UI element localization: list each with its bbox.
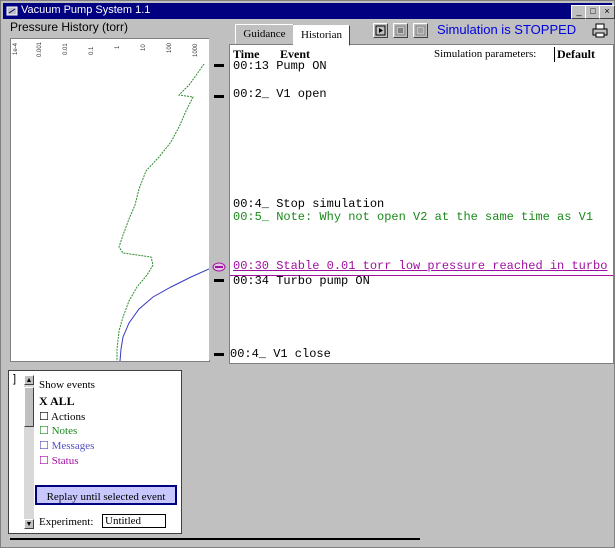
event-row[interactable]: 00:13 Pump ON xyxy=(233,59,327,73)
pause-button[interactable] xyxy=(393,23,408,38)
event-filter-panel: ] ▲ ▼ Show events X ALL ☐ Actions ☐ Note… xyxy=(8,370,182,534)
event-row[interactable]: 00:34 Turbo pump ON xyxy=(233,274,370,288)
tick-label: 1e-4 xyxy=(13,42,19,55)
title-bar: Vacuum Pump System 1.1 _ □ × xyxy=(3,3,615,19)
event-row[interactable]: 00:2_ V1 open xyxy=(233,87,327,101)
scroll-up-arrow-icon[interactable]: ▲ xyxy=(24,375,34,385)
tab-historian[interactable]: Historian xyxy=(293,25,350,46)
sim-params-label: Simulation parameters: xyxy=(434,48,537,60)
window-title: Vacuum Pump System 1.1 xyxy=(21,4,151,16)
tick-label: 0.01 xyxy=(63,43,69,55)
filter-status[interactable]: ☐ Status xyxy=(39,454,79,467)
stop-icon xyxy=(415,25,426,36)
filter-scrollbar[interactable]: ▲ ▼ xyxy=(24,375,34,529)
panel-bracket: ] xyxy=(13,373,17,385)
scroll-down-arrow-icon[interactable]: ▼ xyxy=(24,519,34,529)
app-icon xyxy=(6,6,18,16)
tick-label: 1 xyxy=(115,45,121,49)
pressure-plot: 1e-4 0.001 0.01 0.1 1 10 100 1000 xyxy=(13,41,210,362)
printer-icon[interactable] xyxy=(592,22,608,38)
play-icon xyxy=(375,25,386,36)
event-marker[interactable] xyxy=(214,95,224,98)
scroll-thumb[interactable] xyxy=(24,387,34,427)
tick-label: 1000 xyxy=(193,43,199,57)
pause-icon xyxy=(395,25,406,36)
event-row-note[interactable]: 00:5_ Note: Why not open V2 at the same … xyxy=(233,210,593,224)
event-marker-gutter xyxy=(209,38,229,360)
event-row[interactable]: 00:4_ V1 close xyxy=(230,347,331,361)
stop-button[interactable] xyxy=(413,23,428,38)
event-marker[interactable] xyxy=(214,353,224,356)
status-divider xyxy=(10,538,420,540)
event-marker[interactable] xyxy=(214,64,224,67)
pressure-curve-green xyxy=(116,63,205,361)
pressure-chart: 1e-4 0.001 0.01 0.1 1 10 100 1000 xyxy=(10,38,210,362)
event-marker[interactable] xyxy=(214,279,224,282)
replay-button[interactable]: Replay until selected event xyxy=(35,485,177,505)
event-row[interactable]: 00:4_ Stop simulation xyxy=(233,197,384,211)
chart-title: Pressure History (torr) xyxy=(10,20,129,34)
filter-messages[interactable]: ☐ Messages xyxy=(39,439,94,452)
tick-label: 0.001 xyxy=(37,41,43,57)
simulation-status: Simulation is STOPPED xyxy=(437,22,577,37)
historian-panel: Time Event Simulation parameters: Defaul… xyxy=(229,44,614,364)
filter-all[interactable]: X ALL xyxy=(39,394,75,409)
tick-label: 10 xyxy=(141,44,147,51)
filter-actions[interactable]: ☐ Actions xyxy=(39,410,85,423)
tick-label: 0.1 xyxy=(89,46,95,55)
selected-event-marker-icon[interactable] xyxy=(212,262,226,272)
tab-guidance[interactable]: Guidance xyxy=(235,24,294,44)
event-row-selected[interactable]: 00:30 Stable 0.01 torr low pressure reac… xyxy=(233,259,607,273)
experiment-label: Experiment: xyxy=(39,516,94,528)
show-events-label: Show events xyxy=(39,379,95,391)
close-button[interactable]: × xyxy=(599,5,615,19)
filter-notes[interactable]: ☐ Notes xyxy=(39,424,77,437)
tick-label: 100 xyxy=(167,42,173,53)
sim-params-value[interactable]: Default xyxy=(554,47,595,62)
run-button[interactable] xyxy=(373,23,388,38)
pressure-curve-blue xyxy=(119,268,210,362)
experiment-field[interactable]: Untitled xyxy=(102,514,166,528)
